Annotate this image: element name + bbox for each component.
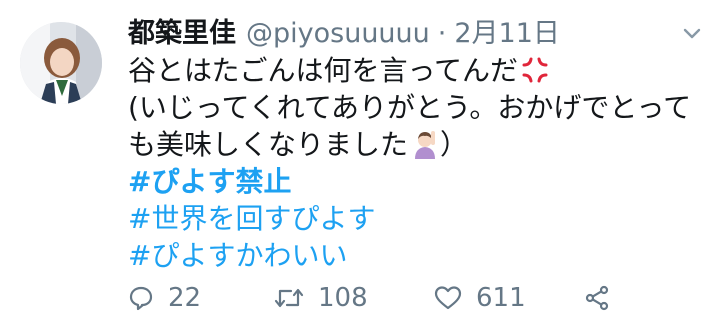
author-name[interactable]: 都築里佳: [128, 14, 236, 54]
tweet-text-line: 谷とはたごんは何を言ってんだ: [128, 54, 519, 87]
tweet-text: 谷とはたごんは何を言ってんだ (いじってくれてありがとう。おかげでとって も美味…: [128, 52, 698, 274]
share-icon: [584, 285, 610, 311]
retweet-button[interactable]: 108: [274, 280, 368, 316]
avatar-image: [20, 22, 102, 104]
like-button[interactable]: 611: [434, 280, 526, 316]
tweet-header: 都築里佳 @piyosuuuuu · 2月11日: [128, 14, 560, 54]
tweet-actions: 22 108 611: [128, 280, 688, 316]
tweet-card[interactable]: 都築里佳 @piyosuuuuu · 2月11日 谷とはたごんは何を言ってんだ …: [0, 0, 720, 324]
anger-symbol-icon: [520, 55, 550, 85]
retweet-icon: [274, 285, 304, 311]
person-raising-hand-icon: [410, 129, 440, 159]
hashtag-link[interactable]: #ぴよす禁止: [128, 163, 698, 200]
author-handle[interactable]: @piyosuuuuu: [246, 14, 430, 54]
avatar[interactable]: [20, 22, 102, 104]
hashtag-link[interactable]: #ぴよすかわいい: [128, 237, 698, 274]
heart-icon: [434, 285, 462, 311]
reply-button[interactable]: 22: [128, 280, 201, 316]
tweet-date[interactable]: 2月11日: [454, 14, 560, 54]
hashtag-link[interactable]: #世界を回すぴよす: [128, 200, 698, 237]
share-button[interactable]: [584, 280, 610, 316]
retweet-count: 108: [318, 283, 368, 313]
tweet-text-line: ）: [440, 128, 469, 161]
chevron-down-icon[interactable]: [680, 22, 704, 46]
tweet-line-2: (いじってくれてありがとう。おかげでとって: [128, 91, 692, 124]
tweet-line-1: 谷とはたごんは何を言ってんだ: [128, 52, 698, 89]
like-count: 611: [476, 283, 526, 313]
reply-count: 22: [168, 283, 202, 313]
separator-dot: ·: [437, 18, 447, 49]
tweet-text-line: も美味しくなりました: [128, 128, 409, 161]
tweet-line-3: も美味しくなりました ）: [128, 126, 698, 163]
reply-icon: [128, 285, 154, 311]
